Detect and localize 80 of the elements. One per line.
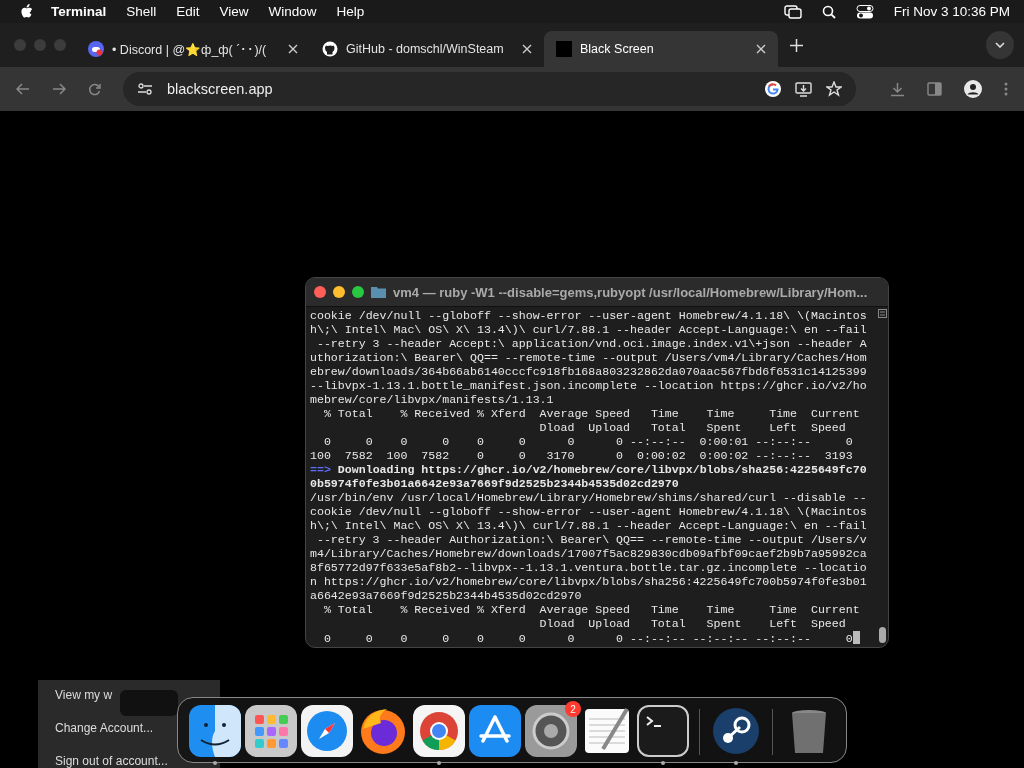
discord-icon [88,41,104,57]
zoom-button[interactable] [352,286,364,298]
terminal-line: 8f65772d97f633e5af8b2--libvpx--1.13.1.ventura.bottle.tar.gz.incomplete --locatio [310,561,867,574]
terminal-line: 0 0 0 0 0 0 0 0 --:--:-- 0:00:01 --:--:-- 0 [322,435,853,448]
prompt-arrow: ==> [310,463,331,476]
terminal-line: Downloading https://ghcr.io/v2/homebrew/core/libvpx/blobs/sha256:4225649fc70 [337,463,867,476]
terminal-line: h\;\ Intel\ Mac\ OS\ X\ 13.4\)\ curl/7.88.1 --header Accept-Language:\ en --fail [310,519,867,532]
address-bar[interactable]: blackscreen.app [123,72,856,106]
terminal-line: h\;\ Intel\ Mac\ OS\ X\ 13.4\)\ curl/7.88.1 --header Accept-Language:\ en --fail [310,323,867,336]
reload-icon[interactable] [88,82,101,96]
terminal-line: ebrew/downloads/364b66ab6140cccfc918fb168a803232862da070aac567fbd6f6531c14125399 [310,365,867,378]
terminal-line: 0 0 0 0 0 0 0 0 --:--:-- --:--:-- --:--:-- 0 [322,632,853,645]
terminal-line: uthorization:\ Bearer\ QQ== --remote-time --output /Users/vm4/Library/Caches/Hom [310,351,867,364]
menu-item[interactable]: Terminal [51,4,107,19]
menu-item[interactable]: View my w [55,688,113,703]
tab-search-button[interactable] [986,31,1014,59]
search-icon[interactable] [821,4,836,19]
terminal-line: m4/Library/Caches/Homebrew/downloads/17007f5ac829830cdb09afbf09caef2b9b7a95992ca [310,547,867,560]
split-icon[interactable] [877,309,887,318]
scrollbar-thumb[interactable] [878,627,886,643]
notification-badge: 2 [565,701,581,717]
text-cursor [852,631,860,644]
terminal-line: --libvpx-1.13.1.bottle_manifest.json.incomplete --location https://ghcr.io/v2/ho [310,379,867,392]
terminal-line: a6642e93a7669f9d2525b2344b4535d02cd2970 [310,589,582,602]
menu-item[interactable]: Sign out of account... [55,754,168,768]
browser-tab[interactable]: Black Screen [544,31,778,67]
more-icon[interactable] [1004,82,1008,96]
apple-icon[interactable] [20,4,33,19]
steam-icon[interactable] [710,705,762,757]
chrome-icon[interactable] [413,705,465,757]
menu-item[interactable]: Change Account... [55,721,154,736]
menu-item[interactable]: Shell [126,4,157,19]
close-button[interactable] [314,286,326,298]
toggle-icon[interactable] [855,4,874,19]
windows-icon[interactable] [783,4,802,19]
browser-tab[interactable]: • Discord | @⭐ф_ф( ´･･)/( [76,31,310,67]
terminal-line: --retry 3 --header Authorization:\ Bearer\ QQ== --remote-time --output /Users/v [315,533,867,546]
download-icon[interactable] [890,81,905,97]
menu-item[interactable]: Window [268,4,317,19]
square-icon [556,41,572,57]
close-icon[interactable] [288,44,298,54]
launchpad-icon[interactable] [245,705,297,757]
terminal-line: n https://ghcr.io/v2/homebrew/core/libvpx/blobs/sha256:4225649fc700b5974f0fe3b01 [310,575,867,588]
close-icon[interactable] [756,44,766,54]
profile-icon[interactable] [964,80,982,98]
side-panel-icon[interactable] [927,82,942,96]
menu-item[interactable]: Edit [176,4,200,19]
minimize-button[interactable] [333,286,345,298]
terminal-line: Dload Upload Total Spent Left Speed [538,617,846,630]
terminal-line: cookie /dev/null --globoff --show-error --user-agent Homebrew/4.1.18\ \(Macintos [310,505,867,518]
back-icon[interactable] [16,83,30,95]
menu-item[interactable]: View [219,4,249,19]
terminal-line: 0b5974f0fe3b01a6642e93a7669f9d2525b2344b4535d02cd2970 [310,477,679,490]
folder-icon [371,286,386,298]
finder-icon[interactable] [189,705,241,757]
install-icon[interactable] [795,81,812,97]
terminal-line: Dload Upload Total Spent Left Speed [538,421,846,434]
terminal-line: cookie /dev/null --globoff --show-error --user-agent Homebrew/4.1.18\ \(Macintos [310,309,867,322]
clock: Fri Nov 3 10:36 PM [893,4,1010,19]
terminal-line: 100 7582 100 7582 0 0 3170 0 0:00:02 0:00:02 --:--:-- 3193 [310,449,853,462]
new-tab-icon[interactable] [790,38,803,52]
chevron-icon [995,42,1005,48]
forward-icon[interactable] [52,83,66,95]
terminal-line: --retry 3 --header Accept:\ application/vnd.oci.image.index.v1\+json --header A [315,337,867,350]
google-icon[interactable] [765,81,781,97]
terminal-line: % Total % Received % Xferd Average Speed Time Time Time Current [322,407,860,420]
star-icon[interactable] [826,81,842,97]
terminal-line: % Total % Received % Xferd Average Speed Time Time Time Current [322,603,860,616]
compass-icon[interactable] [301,705,353,757]
gear-icon[interactable] [525,705,577,757]
terminal-line: /usr/bin/env /usr/local/Homebrew/Library/Homebrew/shims/shared/curl --disable -- [310,491,867,504]
github-icon [322,41,338,57]
close-icon[interactable] [522,44,532,54]
site-settings-icon[interactable] [137,83,153,95]
terminal-icon[interactable] [637,705,689,757]
terminal-line: mebrew/core/libvpx/manifests/1.13.1 [310,393,554,406]
app-store-icon[interactable] [469,705,521,757]
window-title: vm4 — ruby -W1 --disable=gems,rubyopt /usr/local/Homebrew/Library/Hom... [393,284,868,300]
browser-tab[interactable]: GitHub - domschl/WinSteam [310,31,544,67]
menu-item[interactable]: Help [336,4,365,19]
